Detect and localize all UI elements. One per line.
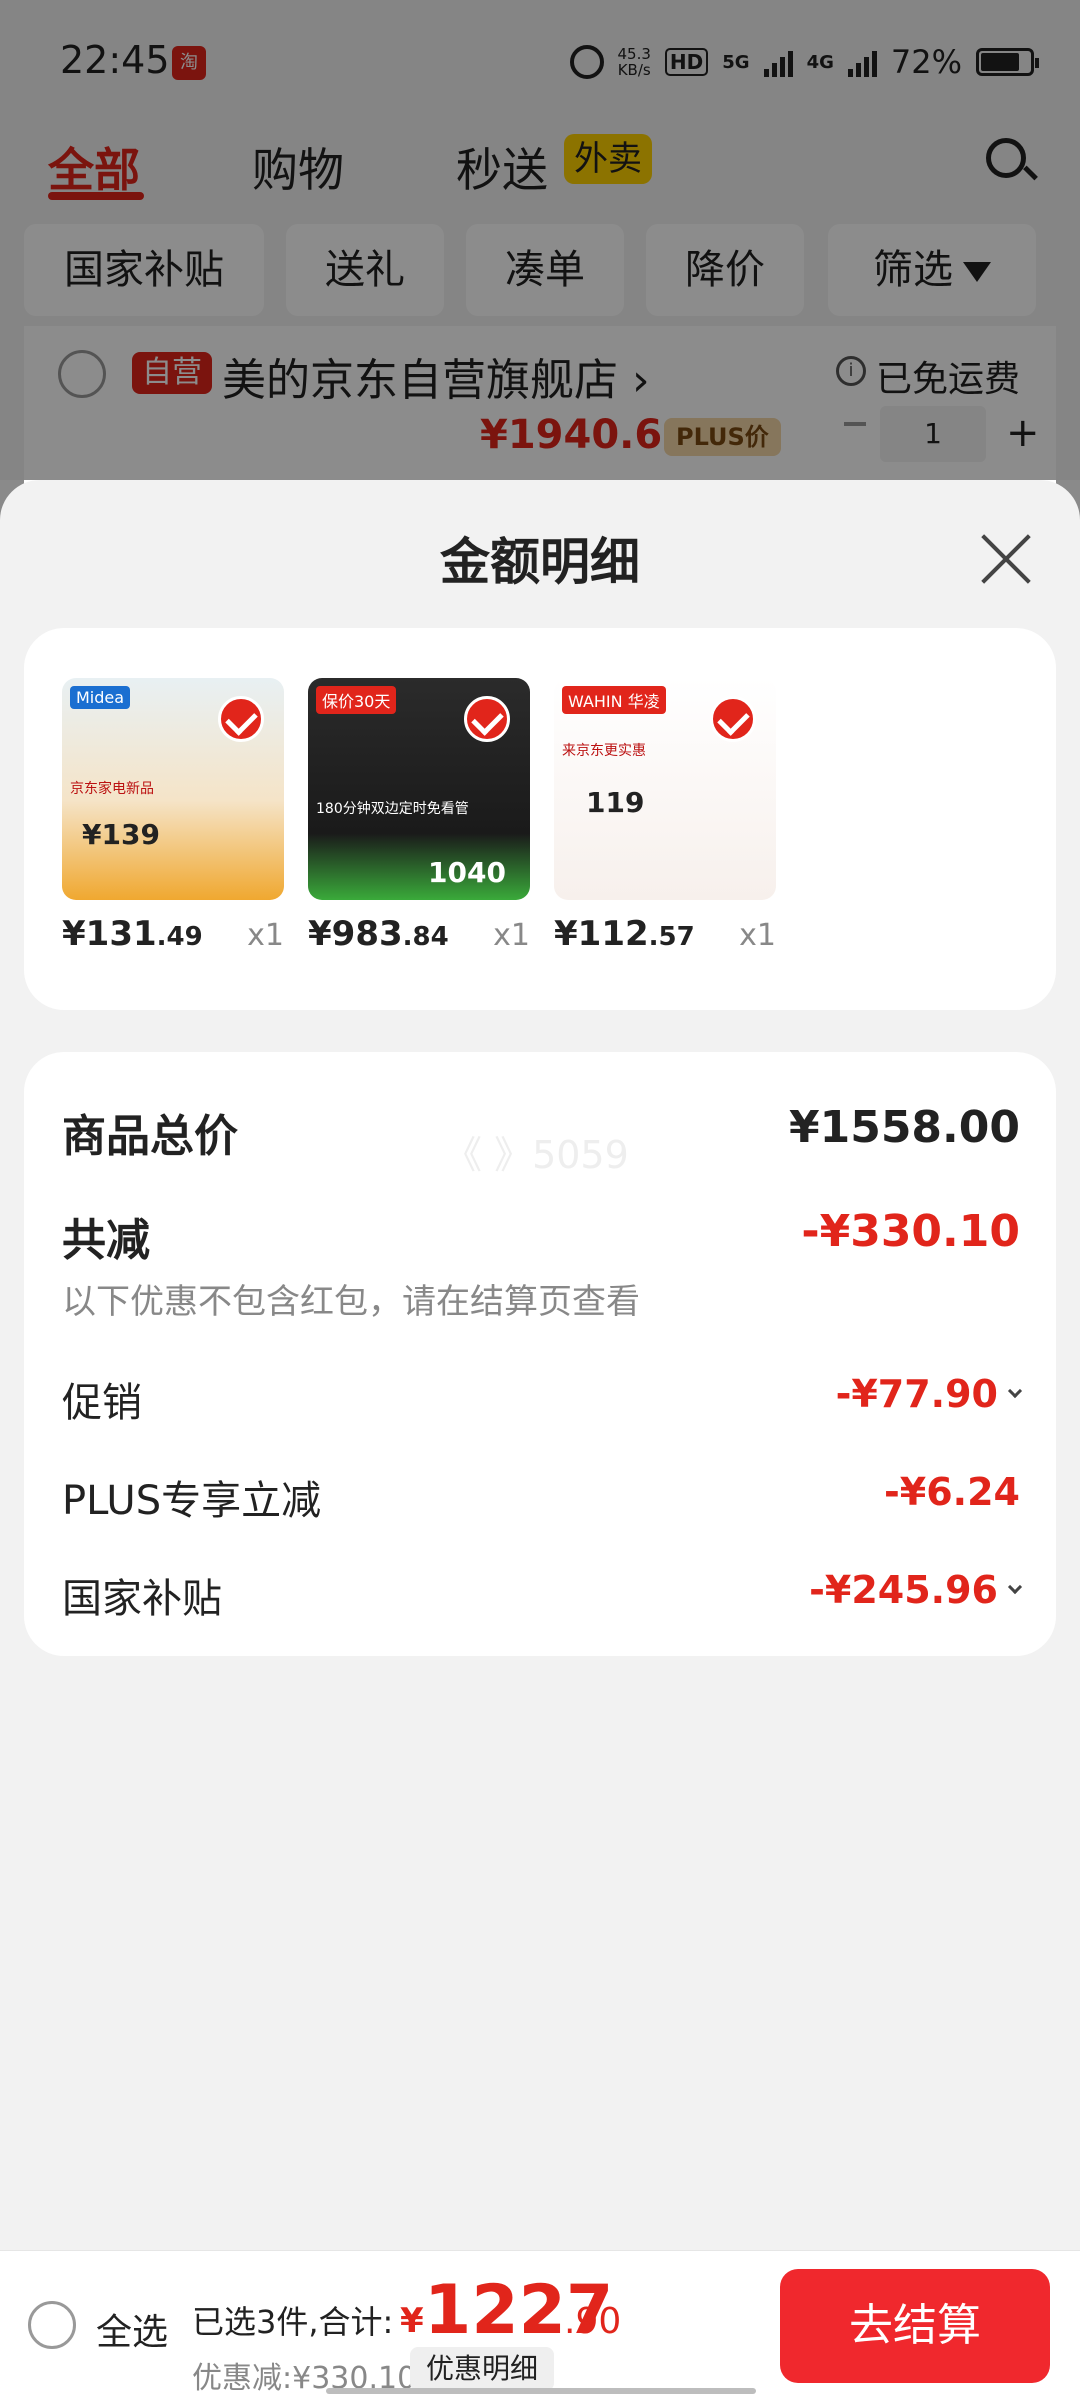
- select-all-radio[interactable]: [28, 2301, 76, 2349]
- discount-label: 共减: [62, 1215, 150, 1266]
- plus-discount-value: -¥6.24: [884, 1470, 1020, 1514]
- check-icon: [710, 696, 756, 742]
- subsidy-value[interactable]: -¥245.96: [809, 1568, 1023, 1612]
- product-item[interactable]: Midea 京东家电新品 ¥139 ¥131.49 x1: [62, 678, 284, 968]
- product-price: ¥983.84: [308, 914, 449, 954]
- selected-products-card: Midea 京东家电新品 ¥139 ¥131.49 x1 保价30天 180分钟…: [24, 628, 1056, 1010]
- checkout-bar: 全选 已选3件,合计: ¥ 1227 .90 优惠减:¥330.10 优惠明细 …: [0, 2250, 1080, 2400]
- promo-value[interactable]: -¥77.90: [836, 1372, 1023, 1416]
- sheet-title: 金额明细: [440, 533, 640, 591]
- total-label: 商品总价: [62, 1111, 238, 1162]
- select-all-label[interactable]: 全选: [96, 2303, 168, 2355]
- product-price: ¥131.49: [62, 914, 203, 954]
- discount-value: -¥330.10: [801, 1206, 1020, 1257]
- close-button[interactable]: [980, 532, 1032, 584]
- chevron-down-icon: [1007, 1383, 1023, 1398]
- product-item[interactable]: WAHIN 华凌 来京东更实惠 119 ¥112.57 x1: [554, 678, 776, 968]
- product-quantity: x1: [739, 918, 776, 953]
- subsidy-label: 国家补贴: [62, 1576, 222, 1622]
- amount-detail-sheet: 金额明细 Midea 京东家电新品 ¥139 ¥131.49 x1 保价30天 …: [0, 480, 1080, 2400]
- product-price: ¥112.57: [554, 914, 695, 954]
- discount-note: 以下优惠不包含红包，请在结算页查看: [62, 1282, 640, 1322]
- cart-background: 22:45 淘 45.3 KB/s HD 5G 4G 72% 全部 购物 秒送 外…: [0, 0, 1080, 486]
- modal-overlay[interactable]: [0, 0, 1080, 480]
- product-image: 保价30天 180分钟双边定时免看管 1040: [308, 678, 530, 900]
- product-image: Midea 京东家电新品 ¥139: [62, 678, 284, 900]
- total-value: ¥1558.00: [788, 1102, 1020, 1153]
- product-quantity: x1: [493, 918, 530, 953]
- total-currency: ¥: [400, 2301, 424, 2341]
- home-indicator: [326, 2388, 756, 2394]
- check-icon: [464, 696, 510, 742]
- product-quantity: x1: [247, 918, 284, 953]
- check-icon: [218, 696, 264, 742]
- discount-detail-button[interactable]: 优惠明细: [410, 2347, 555, 2391]
- total-decimal: .90: [564, 2301, 622, 2342]
- promo-label: 促销: [62, 1380, 142, 1426]
- product-image: WAHIN 华凌 来京东更实惠 119: [554, 678, 776, 900]
- product-item[interactable]: 保价30天 180分钟双边定时免看管 1040 ¥983.84 x1: [308, 678, 530, 968]
- price-summary-card: 《 》5059 商品总价 ¥1558.00 共减 -¥330.10 以下优惠不包…: [24, 1052, 1056, 1656]
- watermark: 《 》5059: [444, 1133, 629, 1177]
- selected-count-text: 已选3件,合计:: [192, 2303, 394, 2341]
- chevron-down-icon: [1007, 1579, 1023, 1594]
- checkout-button[interactable]: 去结算: [780, 2269, 1050, 2383]
- plus-discount-label: PLUS专享立减: [62, 1478, 322, 1524]
